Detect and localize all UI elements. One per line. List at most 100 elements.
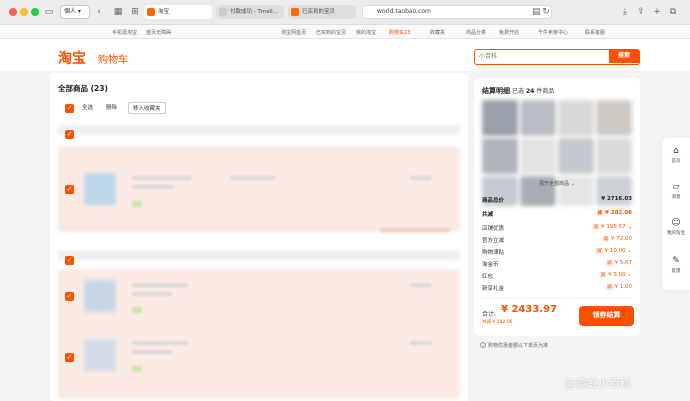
item-checkbox[interactable]: ✓	[65, 185, 74, 194]
product-thumbnail[interactable]	[84, 173, 116, 205]
cart-item-row	[58, 269, 460, 399]
topnav-mobile[interactable]: 手机逛淘宝	[112, 29, 137, 36]
shop-checkbox[interactable]: ✓	[65, 130, 74, 139]
zoom-window-button[interactable]	[31, 8, 39, 16]
search-box: 搜索	[474, 49, 640, 65]
payable-label: 合计:	[482, 311, 497, 318]
discount-line-redpacket[interactable]: 红包 减 ¥ 3.00 ⌄	[482, 272, 632, 282]
side-rail: ⌂ 首页 ▱ 消息 ☺ 我的淘宝 ✎ 反馈	[662, 138, 690, 290]
taobao-favicon	[291, 8, 299, 16]
profile-selector[interactable]: 個人 ▾	[60, 5, 90, 19]
info-icon: i	[480, 342, 486, 348]
checkout-button[interactable]: 领券结算	[579, 306, 634, 326]
search-input[interactable]	[479, 52, 607, 62]
product-sku[interactable]	[230, 176, 275, 180]
topnav-my-taobao[interactable]: 我的淘宝	[356, 29, 376, 36]
new-tab-icon[interactable]: +	[652, 6, 662, 18]
summary-discount-line: 共减 减 ¥ 282.06	[482, 210, 632, 218]
price-note: i 购物优惠金额以下单页为准	[480, 342, 548, 349]
shop-checkbox[interactable]: ✓	[65, 256, 74, 265]
summary-divider	[482, 298, 632, 299]
tab-orders[interactable]: 已买到的宝贝	[288, 5, 356, 19]
product-title[interactable]	[132, 283, 188, 287]
taobao-logo[interactable]: 淘宝	[58, 48, 86, 68]
search-button[interactable]: 搜索	[609, 50, 639, 63]
edit-icon: ✎	[672, 256, 680, 266]
back-icon[interactable]: ‹	[95, 6, 103, 18]
topnav-home[interactable]: 淘宝网首页	[281, 29, 306, 36]
shop-header	[58, 250, 460, 260]
expand-all-items-link[interactable]: 展开全部商品 ⌄	[474, 180, 640, 187]
discount-line-coins: 淘金币 减 ¥ 5.67	[482, 260, 632, 268]
tab-taobao[interactable]: 淘宝	[144, 5, 212, 19]
summary-title: 结算明细	[482, 87, 510, 95]
close-window-button[interactable]	[9, 8, 17, 16]
discount-line-store[interactable]: 店铺优惠 减 ¥ 195.57 ⌄	[482, 224, 632, 234]
select-all-label[interactable]: 全选	[78, 102, 97, 114]
address-bar[interactable]: world.taobao.com	[362, 5, 552, 19]
topnav-customer-service[interactable]: 联系客服	[585, 29, 605, 36]
product-thumbnail[interactable]	[84, 280, 116, 312]
promo-badge	[132, 307, 142, 313]
product-price	[410, 341, 432, 345]
product-spec	[132, 350, 172, 354]
url-text: world.taobao.com	[377, 8, 431, 15]
page-favicon	[219, 8, 227, 16]
sidebar-toggle-icon[interactable]: ▭	[44, 6, 54, 18]
rail-home[interactable]: ⌂ 首页	[662, 146, 690, 164]
product-spec	[132, 185, 174, 189]
checkout-summary-panel: 结算明细 已选 24 件商品 展开全部商品 ⌄ 商品总价 ¥ 2716.03 共…	[474, 78, 640, 336]
topnav-categories[interactable]: 商品分类	[466, 29, 486, 36]
delete-button[interactable]: 删除	[102, 102, 121, 114]
product-spec	[132, 292, 172, 296]
translate-icon[interactable]: ⊞	[130, 6, 140, 18]
discount-line-official: 官方立减 减 ¥ 72.00	[482, 236, 632, 244]
summary-total-line: 商品总价 ¥ 2716.03	[482, 196, 632, 204]
browser-toolbar: ▭ 個人 ▾ ‹ ▦ ⊞ 淘宝 付款成功 - Tmall... 已买到的宝贝 w…	[0, 0, 690, 25]
qr-icon[interactable]: ▦	[113, 6, 123, 18]
smile-icon: ☺	[671, 218, 681, 228]
selected-count: 已选 24 件商品	[512, 88, 555, 95]
saved-amount: 共减 ¥ 282.06	[482, 320, 513, 325]
shop-promo-strip	[380, 228, 450, 232]
product-price	[410, 176, 432, 180]
tab-overview-icon[interactable]: ⧉	[668, 6, 678, 18]
select-all-checkbox[interactable]: ✓	[65, 104, 74, 113]
profile-label: 個人	[64, 8, 77, 15]
topnav-open-store[interactable]: 免费开店	[499, 29, 519, 36]
minimize-window-button[interactable]	[20, 8, 28, 16]
page-title: 购物车	[98, 55, 128, 66]
discount-line-allowance[interactable]: 购物津贴 减 ¥ 10.00 ⌄	[482, 248, 632, 258]
product-price	[410, 283, 432, 287]
cart-list-panel: 全部商品 (23) ✓ 全选 删除 移入收藏夹 ✓ ✓ ✓ ✓ ✓	[50, 73, 468, 401]
product-title[interactable]	[132, 341, 188, 345]
message-icon: ▱	[672, 182, 680, 192]
promo-badge	[132, 366, 142, 372]
product-thumbnail[interactable]	[84, 339, 116, 371]
item-checkbox[interactable]: ✓	[65, 292, 74, 301]
topnav-accessibility[interactable]: 首页无障碍	[146, 29, 171, 36]
promo-badge	[132, 201, 142, 207]
product-title[interactable]	[132, 176, 192, 180]
reader-icon[interactable]: ▤	[532, 6, 541, 18]
taobao-favicon	[147, 8, 155, 16]
shop-header	[58, 125, 460, 135]
topnav-seller-center[interactable]: 千牛卖家中心	[538, 29, 568, 36]
cart-count-title: 全部商品 (23)	[58, 84, 108, 93]
topnav-favorites[interactable]: 收藏夹	[430, 29, 445, 36]
reload-icon[interactable]: ↻	[542, 6, 550, 18]
home-icon: ⌂	[673, 146, 679, 156]
item-checkbox[interactable]: ✓	[65, 353, 74, 362]
tab-tmall-payment[interactable]: 付款成功 - Tmall...	[216, 5, 284, 19]
move-to-favorites-button[interactable]: 移入收藏夹	[128, 102, 166, 114]
cart-item-row	[58, 146, 460, 232]
rail-my-taobao[interactable]: ☺ 我的淘宝	[662, 218, 690, 236]
rail-feedback[interactable]: ✎ 反馈	[662, 256, 690, 274]
topnav-cart[interactable]: 购物车23	[389, 29, 410, 36]
download-icon[interactable]: ⤓	[620, 6, 630, 18]
rail-messages[interactable]: ▱ 消息	[662, 182, 690, 200]
watermark: @霓虹小百科	[565, 377, 631, 390]
payable-amount: ¥ 2433.97	[501, 304, 557, 315]
share-icon[interactable]: ⇪	[636, 6, 646, 18]
topnav-orders[interactable]: 已买到的宝贝	[316, 29, 346, 36]
